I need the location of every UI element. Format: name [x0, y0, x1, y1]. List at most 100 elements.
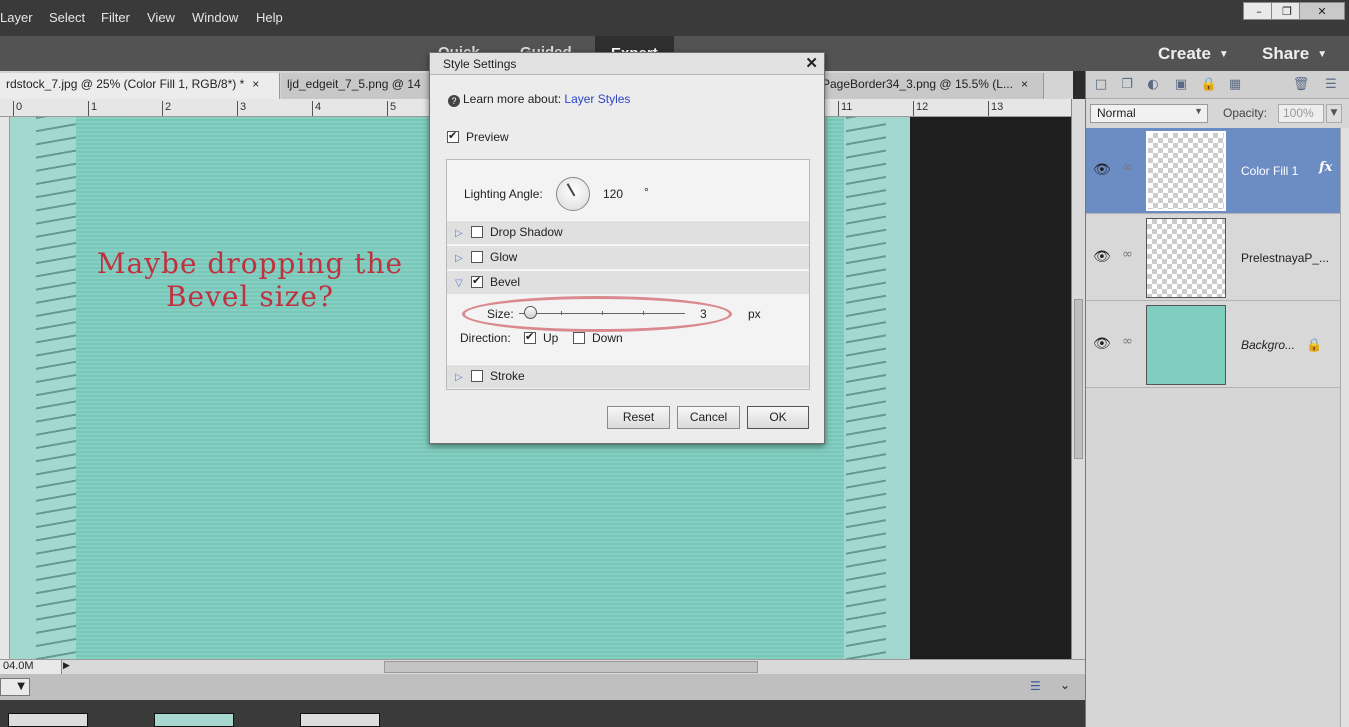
menu-select[interactable]: Select — [49, 10, 85, 25]
menu-layer[interactable]: Layer — [0, 10, 33, 25]
adjustment-layer-icon[interactable]: ◐ — [1144, 76, 1162, 94]
chevron-down-icon[interactable]: ⌄ — [1060, 678, 1070, 692]
layer-name: PrelestnayaP_... — [1241, 251, 1330, 265]
drop-shadow-checkbox[interactable] — [471, 226, 483, 238]
menu-help[interactable]: Help — [256, 10, 283, 25]
project-bin — [0, 700, 1085, 727]
size-slider-track[interactable] — [519, 311, 685, 315]
effect-row-drop-shadow[interactable]: ▷ Drop Shadow — [447, 220, 809, 244]
reset-button[interactable]: Reset — [607, 406, 670, 429]
layer-row-background[interactable]: 👁 ∞ Backgro... 🔒 — [1086, 302, 1340, 388]
bin-thumbnail[interactable] — [8, 713, 88, 727]
right-dna-border — [846, 117, 886, 659]
new-group-icon[interactable]: ❐ — [1118, 76, 1136, 94]
direction-label: Direction: — [460, 331, 511, 345]
lock-transparency-icon[interactable]: ▦ — [1226, 76, 1244, 94]
effect-row-glow[interactable]: ▷ Glow — [447, 245, 809, 269]
cancel-button[interactable]: Cancel — [677, 406, 740, 429]
slider-tick — [561, 311, 562, 315]
expand-triangle-icon[interactable]: ▷ — [455, 228, 465, 239]
file-size-readout: 04.0M — [0, 660, 62, 674]
collapse-triangle-icon[interactable]: ▽ — [455, 278, 465, 289]
tab-pageborder[interactable]: PageBorder34_3.png @ 15.5% (L... × — [816, 73, 1044, 99]
project-bin-toolbar: ▼ ☰ ⌄ — [0, 674, 1085, 700]
style-settings-dialog: Style Settings ✕ ? Learn more about: Laye… — [429, 52, 825, 444]
layer-mask-icon[interactable]: ▣ — [1172, 76, 1190, 94]
layers-scrollbar[interactable] — [1340, 128, 1349, 727]
layer-styles-link[interactable]: Layer Styles — [564, 92, 630, 106]
menu-window[interactable]: Window — [192, 10, 238, 25]
layer-row-prelestnaya[interactable]: 👁 ∞ PrelestnayaP_... — [1086, 215, 1340, 301]
layer-name: Backgro... — [1241, 338, 1296, 352]
bevel-settings: Size: 3 px Direction: Up Down — [447, 294, 809, 364]
angle-dial[interactable] — [556, 177, 590, 211]
share-label: Share — [1262, 44, 1310, 63]
tab-label: rdstock_7.jpg @ 25% (Color Fill 1, RGB/8… — [6, 77, 245, 91]
bin-thumbnail[interactable] — [300, 713, 380, 727]
bin-thumbnail[interactable] — [154, 713, 234, 727]
link-icon: ∞ — [1122, 334, 1133, 349]
ruler-tick: 1 — [88, 101, 97, 116]
glow-checkbox[interactable] — [471, 251, 483, 263]
preview-checkbox[interactable] — [447, 129, 459, 143]
chevron-down-icon: ▼ — [17, 681, 25, 692]
tab-cardstock[interactable]: rdstock_7.jpg @ 25% (Color Fill 1, RGB/8… — [0, 73, 280, 99]
panel-menu-icon[interactable]: ☰ — [1322, 76, 1340, 94]
menu-view[interactable]: View — [147, 10, 175, 25]
effect-row-bevel[interactable]: ▽ Bevel — [447, 270, 809, 294]
bin-dropdown[interactable]: ▼ — [0, 678, 30, 696]
canvas-text-line2: Bevel size? — [165, 280, 335, 313]
effect-row-stroke[interactable]: ▷ Stroke — [447, 364, 809, 388]
dialog-title-bar: Style Settings ✕ — [430, 53, 824, 75]
layer-thumbnail — [1146, 131, 1226, 211]
learn-more-label: Learn more about: — [463, 92, 562, 106]
canvas-horizontal-scrollbar[interactable] — [384, 661, 758, 673]
eye-icon[interactable]: 👁 — [1093, 336, 1111, 352]
close-icon[interactable]: × — [1021, 77, 1028, 91]
expand-triangle-icon[interactable]: ▷ — [455, 253, 465, 264]
chevron-down-icon: ▼ — [1194, 106, 1203, 116]
canvas-text-line1: Maybe dropping the — [96, 247, 404, 280]
chevron-right-icon[interactable]: ▶ — [63, 660, 73, 671]
stroke-checkbox[interactable] — [471, 370, 483, 382]
fx-badge[interactable]: fx — [1319, 160, 1332, 175]
preview-label: Preview — [466, 130, 509, 144]
down-label: Down — [592, 331, 623, 345]
preview-checkbox-row[interactable]: Preview — [447, 129, 509, 144]
expand-triangle-icon[interactable]: ▷ — [455, 372, 465, 383]
layers-toolbar: □ ❐ ◐ ▣ 🔒 ▦ 🗑 ☰ — [1086, 71, 1349, 99]
size-slider-knob[interactable] — [524, 306, 537, 319]
tab-edgeit[interactable]: ljd_edgeit_7_5.png @ 14 — [281, 73, 431, 99]
eye-icon[interactable]: 👁 — [1093, 249, 1111, 265]
create-menu[interactable]: Create ▼ — [1158, 44, 1229, 64]
share-menu[interactable]: Share ▼ — [1262, 44, 1327, 64]
scroll-thumb[interactable] — [1074, 299, 1083, 459]
trash-icon[interactable]: 🗑 — [1292, 76, 1310, 94]
direction-up-option[interactable]: Up — [524, 330, 558, 345]
direction-down-option[interactable]: Down — [573, 331, 623, 345]
close-icon[interactable]: ✕ — [805, 54, 818, 72]
bevel-checkbox[interactable] — [471, 274, 483, 288]
canvas-vertical-scrollbar[interactable] — [1071, 99, 1085, 659]
bin-menu-icon[interactable]: ☰ — [1030, 679, 1041, 693]
menu-filter[interactable]: Filter — [101, 10, 130, 25]
size-input[interactable]: 3 — [700, 307, 707, 321]
close-icon[interactable]: × — [252, 77, 259, 91]
ruler-tick: 13 — [988, 101, 1003, 116]
help-icon: ? — [448, 95, 460, 107]
tab-label: PageBorder34_3.png @ 15.5% (L... — [822, 77, 1013, 91]
eye-icon[interactable]: 👁 — [1093, 162, 1111, 178]
down-checkbox[interactable] — [573, 332, 585, 344]
up-checkbox[interactable] — [524, 330, 536, 344]
chevron-down-icon[interactable]: ▼ — [1326, 104, 1342, 123]
close-window-button[interactable]: ✕ — [1299, 2, 1345, 20]
new-layer-icon[interactable]: □ — [1092, 76, 1110, 94]
effect-label: Stroke — [490, 369, 525, 383]
ok-button[interactable]: OK — [747, 406, 809, 429]
lock-icon[interactable]: 🔒 — [1200, 76, 1218, 94]
opacity-input[interactable]: 100% — [1278, 104, 1324, 123]
blend-mode-select[interactable]: Normal ▼ — [1090, 104, 1208, 123]
layer-row-color-fill[interactable]: 👁 ∞ Color Fill 1 fx — [1086, 128, 1340, 214]
menu-bar: Layer Select Filter View Window Help – ❐… — [0, 0, 1349, 36]
lighting-angle-input[interactable]: 120 — [603, 187, 623, 201]
